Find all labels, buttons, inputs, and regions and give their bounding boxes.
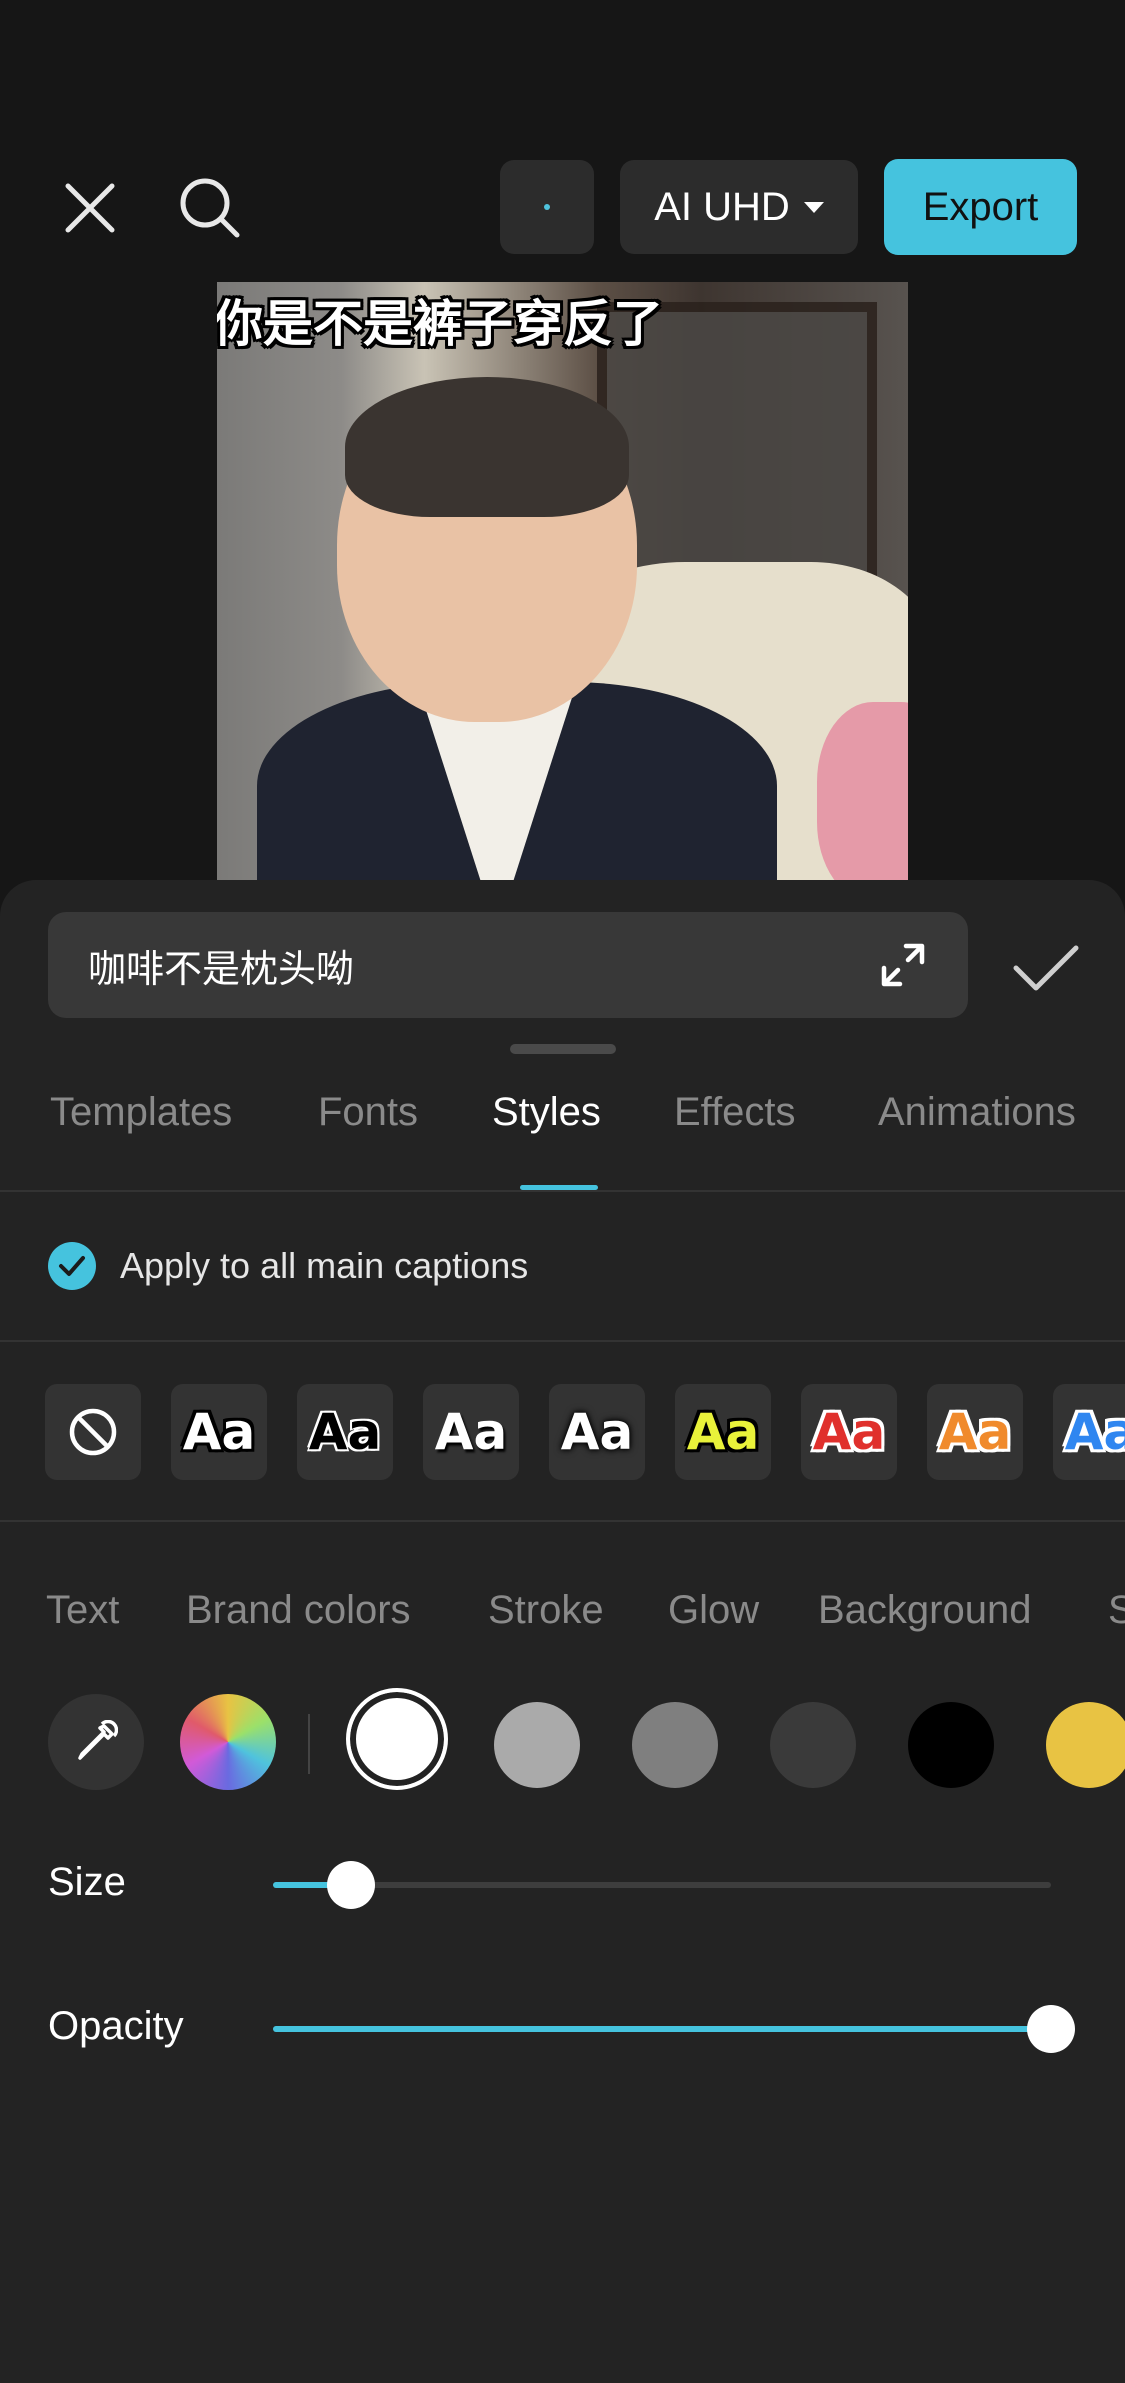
swatch-white-selected[interactable] [346,1688,448,1790]
opacity-slider-knob[interactable] [1027,2005,1075,2053]
status-dot [544,204,550,210]
eyedropper-icon[interactable] [48,1694,144,1790]
subtab-more[interactable]: S [1108,1588,1125,1633]
color-wheel-icon[interactable] [180,1694,276,1790]
editor-tabs: Templates Fonts Styles Effects Animation… [0,1090,1125,1192]
size-slider-row: Size [0,1844,1125,1924]
size-label: Size [48,1860,126,1904]
tab-effects[interactable]: Effects [674,1090,796,1135]
opacity-slider-row: Opacity [0,1988,1125,2068]
caption-style-panel: 咖啡不是枕头呦 Templates Fonts Styles Effects A… [0,880,1125,2383]
chevron-down-icon [803,201,824,213]
active-tab-indicator [520,1185,598,1190]
ai-uhd-label: AI UHD [654,184,790,229]
apply-all-label: Apply to all main captions [120,1245,529,1286]
style-preset-sample: Aa [1064,1403,1125,1461]
style-preset-white-shadow[interactable]: Aa [423,1384,519,1480]
opacity-slider-fill [273,2026,1051,2032]
no-style-icon [69,1408,117,1456]
caption-text-value: 咖啡不是枕头呦 [88,946,355,991]
quality-indicator-button[interactable] [500,160,594,254]
subtab-glow[interactable]: Glow [668,1588,759,1633]
style-preset-orange-white-stroke[interactable]: Aa [927,1384,1023,1480]
subtab-brand-colors[interactable]: Brand colors [186,1588,411,1633]
swatch-divider [308,1714,310,1774]
subtab-background[interactable]: Background [818,1588,1031,1633]
tab-templates[interactable]: Templates [50,1090,232,1135]
subtab-text[interactable]: Text [46,1588,119,1633]
size-slider-knob[interactable] [326,1861,375,1909]
apply-all-row[interactable]: Apply to all main captions [0,1192,1125,1342]
swatch-black[interactable] [908,1702,994,1788]
style-preset-white-black-stroke[interactable]: Aa [171,1384,267,1480]
export-button[interactable]: Export [884,159,1077,255]
video-subtitle: 你是不是裤子穿反了 [217,295,663,353]
opacity-slider[interactable] [273,2005,1075,2053]
tab-animations[interactable]: Animations [878,1090,1076,1135]
style-preset-white-glow[interactable]: Aa [549,1384,645,1480]
swatch-dark-gray[interactable] [770,1702,856,1788]
drag-handle[interactable] [510,1044,616,1054]
tab-styles[interactable]: Styles [492,1090,601,1135]
opacity-label: Opacity [48,2004,184,2048]
style-subtabs: Text Brand colors Stroke Glow Background… [0,1588,1125,1648]
preview-pink-object [817,702,908,882]
video-preview[interactable]: 你是不是裤子穿反了 [217,282,908,882]
style-preset-red-white-stroke[interactable]: Aa [801,1384,897,1480]
confirm-check-icon[interactable] [1010,938,1082,998]
style-preset-sample: Aa [182,1403,256,1461]
style-preset-sample: Aa [686,1403,760,1461]
style-preset-none[interactable] [45,1384,141,1480]
style-preset-sample: Aa [938,1403,1012,1461]
swatch-light-gray[interactable] [494,1702,580,1788]
size-slider[interactable] [273,1861,1051,1909]
style-presets-row: Aa Aa Aa Aa Aa Aa Aa Aa [0,1342,1125,1522]
caption-text-field[interactable]: 咖啡不是枕头呦 [48,912,968,1018]
tab-fonts[interactable]: Fonts [318,1090,418,1135]
swatch-gray[interactable] [632,1702,718,1788]
ai-uhd-dropdown[interactable]: AI UHD [620,160,858,254]
preview-child-hair [345,377,629,517]
expand-icon[interactable] [878,940,928,990]
close-icon[interactable] [52,170,128,246]
subtab-stroke[interactable]: Stroke [488,1588,604,1633]
swatch-yellow[interactable] [1046,1702,1125,1788]
style-preset-sample: Aa [560,1403,634,1461]
style-preset-sample: Aa [812,1403,886,1461]
apply-all-checkbox[interactable] [48,1242,96,1290]
style-preset-sample: Aa [434,1403,508,1461]
style-preset-yellow-black-stroke[interactable]: Aa [675,1384,771,1480]
style-preset-blue-white-stroke[interactable]: Aa [1053,1384,1125,1480]
top-bar: AI UHD Export [0,0,1125,280]
style-preset-black-white-stroke[interactable]: Aa [297,1384,393,1480]
color-swatches-row [0,1680,1125,1820]
style-preset-sample: Aa [308,1403,382,1461]
search-icon[interactable] [170,168,250,248]
